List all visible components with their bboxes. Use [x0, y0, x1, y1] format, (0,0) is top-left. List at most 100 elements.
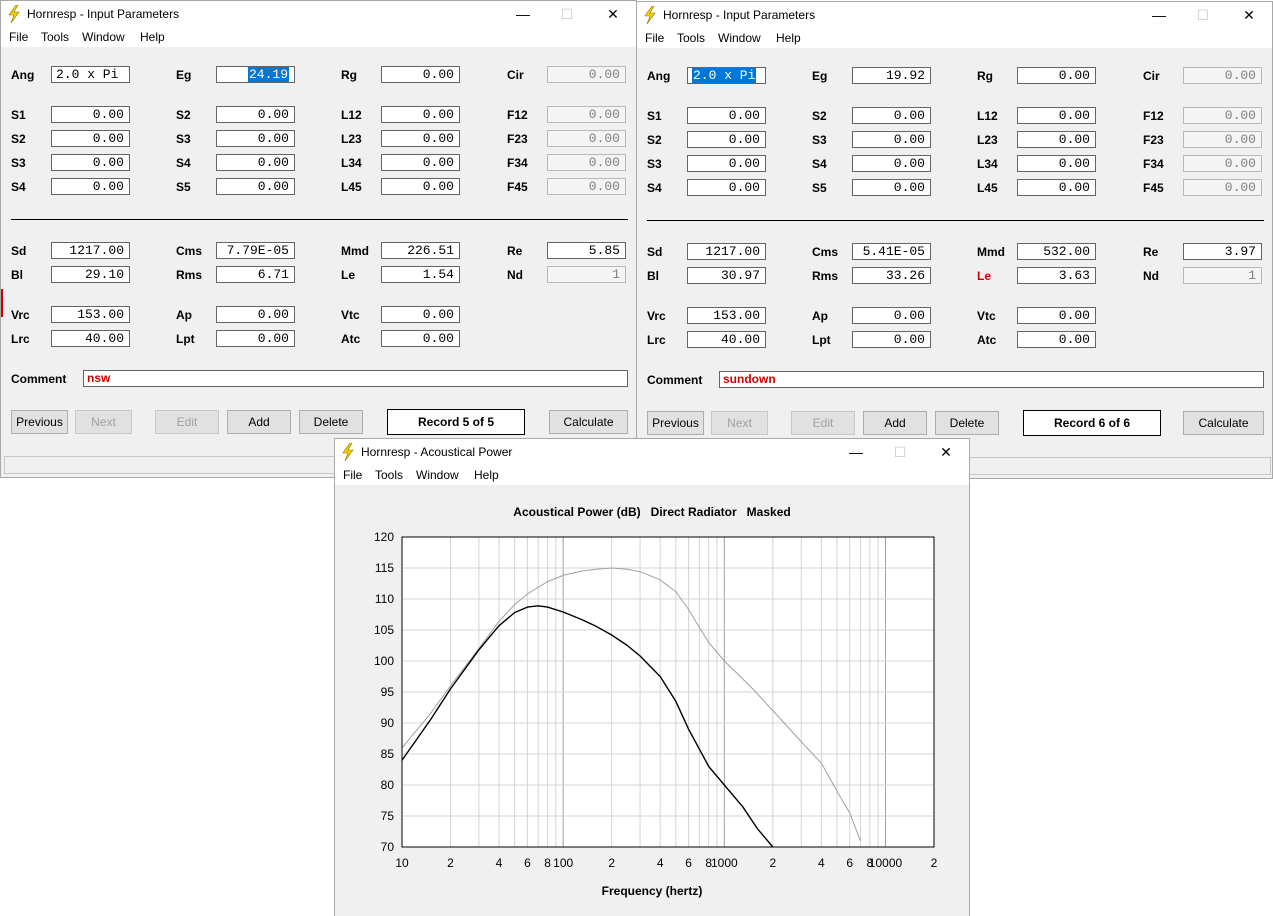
menu-window[interactable]: Window — [416, 468, 459, 482]
edit-button[interactable]: Edit — [155, 410, 219, 434]
rms-field[interactable]: 33.26 — [852, 267, 931, 284]
l45-field[interactable]: 0.00 — [1017, 179, 1096, 196]
s1-field[interactable]: 0.00 — [687, 107, 766, 124]
s4b-field[interactable]: 0.00 — [852, 155, 931, 172]
atc-field[interactable]: 0.00 — [1017, 331, 1096, 348]
l12-field[interactable]: 0.00 — [1017, 107, 1096, 124]
add-button[interactable]: Add — [863, 411, 927, 435]
f45-field: 0.00 — [1183, 179, 1262, 196]
ang-field[interactable]: 2.0 x Pi — [687, 67, 766, 84]
s4-field[interactable]: 0.00 — [51, 178, 130, 195]
calculate-button[interactable]: Calculate — [1183, 411, 1264, 435]
s2b-field[interactable]: 0.00 — [216, 106, 295, 123]
menu-help[interactable]: Help — [140, 30, 165, 44]
re-label: Re — [1143, 245, 1159, 259]
s4b-field[interactable]: 0.00 — [216, 154, 295, 171]
s3-field[interactable]: 0.00 — [51, 154, 130, 171]
le-field[interactable]: 1.54 — [381, 266, 460, 283]
add-button[interactable]: Add — [227, 410, 291, 434]
lpt-field[interactable]: 0.00 — [216, 330, 295, 347]
edit-button[interactable]: Edit — [791, 411, 855, 435]
s2b-field[interactable]: 0.00 — [852, 107, 931, 124]
menu-tools[interactable]: Tools — [41, 30, 69, 44]
maximize-button[interactable]: ☐ — [557, 5, 577, 23]
vtc-field[interactable]: 0.00 — [1017, 307, 1096, 324]
re-field[interactable]: 3.97 — [1183, 243, 1262, 260]
close-button[interactable]: ✕ — [603, 5, 623, 23]
f23-field: 0.00 — [547, 130, 626, 147]
bl-field[interactable]: 30.97 — [687, 267, 766, 284]
lrc-field[interactable]: 40.00 — [687, 331, 766, 348]
menu-file[interactable]: File — [343, 468, 362, 482]
rg-field[interactable]: 0.00 — [1017, 67, 1096, 84]
vrc-field[interactable]: 153.00 — [51, 306, 130, 323]
s5-field[interactable]: 0.00 — [852, 179, 931, 196]
next-button[interactable]: Next — [711, 411, 768, 435]
vrc-field[interactable]: 153.00 — [687, 307, 766, 324]
ap-field[interactable]: 0.00 — [216, 306, 295, 323]
l34-field[interactable]: 0.00 — [381, 154, 460, 171]
comment-field[interactable]: sundown — [719, 371, 1264, 388]
menu-help[interactable]: Help — [474, 468, 499, 482]
lpt-field[interactable]: 0.00 — [852, 331, 931, 348]
bl-field[interactable]: 29.10 — [51, 266, 130, 283]
cms-field[interactable]: 5.41E-05 — [852, 243, 931, 260]
eg-field[interactable]: 24.19 — [216, 66, 295, 83]
menu-tools[interactable]: Tools — [375, 468, 403, 482]
minimize-button[interactable]: — — [846, 443, 866, 461]
re-field[interactable]: 5.85 — [547, 242, 626, 259]
maximize-button[interactable]: ☐ — [1193, 6, 1213, 24]
menu-tools[interactable]: Tools — [677, 31, 705, 45]
s2-label: S2 — [647, 133, 662, 147]
cms-label: Cms — [812, 245, 839, 259]
menu-help[interactable]: Help — [776, 31, 801, 45]
s2-field[interactable]: 0.00 — [51, 130, 130, 147]
cms-field[interactable]: 7.79E-05 — [216, 242, 295, 259]
menu-bar: File Tools Window Help — [1, 29, 636, 47]
separator — [11, 219, 628, 220]
lpt-label: Lpt — [176, 332, 195, 346]
s3-field[interactable]: 0.00 — [687, 155, 766, 172]
comment-field[interactable]: nsw — [83, 370, 628, 387]
menu-window[interactable]: Window — [718, 31, 761, 45]
mmd-field[interactable]: 226.51 — [381, 242, 460, 259]
next-button[interactable]: Next — [75, 410, 132, 434]
s1-field[interactable]: 0.00 — [51, 106, 130, 123]
s4-field[interactable]: 0.00 — [687, 179, 766, 196]
sd-field[interactable]: 1217.00 — [51, 242, 130, 259]
rg-field[interactable]: 0.00 — [381, 66, 460, 83]
calculate-button[interactable]: Calculate — [549, 410, 628, 434]
le-field[interactable]: 3.63 — [1017, 267, 1096, 284]
previous-button[interactable]: Previous — [11, 410, 68, 434]
close-button[interactable]: ✕ — [1239, 6, 1259, 24]
ang-field[interactable]: 2.0 x Pi — [51, 66, 130, 83]
maximize-button[interactable]: ☐ — [890, 443, 910, 461]
y-tick-label: 80 — [381, 778, 395, 792]
l23-field[interactable]: 0.00 — [381, 130, 460, 147]
sd-field[interactable]: 1217.00 — [687, 243, 766, 260]
menu-window[interactable]: Window — [82, 30, 125, 44]
l12-field[interactable]: 0.00 — [381, 106, 460, 123]
previous-button[interactable]: Previous — [647, 411, 704, 435]
l45-field[interactable]: 0.00 — [381, 178, 460, 195]
s3b-field[interactable]: 0.00 — [852, 131, 931, 148]
s2-field[interactable]: 0.00 — [687, 131, 766, 148]
l34-field[interactable]: 0.00 — [1017, 155, 1096, 172]
delete-button[interactable]: Delete — [299, 410, 363, 434]
atc-field[interactable]: 0.00 — [381, 330, 460, 347]
vtc-field[interactable]: 0.00 — [381, 306, 460, 323]
s5-field[interactable]: 0.00 — [216, 178, 295, 195]
ap-field[interactable]: 0.00 — [852, 307, 931, 324]
minimize-button[interactable]: — — [513, 5, 533, 23]
close-button[interactable]: ✕ — [936, 443, 956, 461]
delete-button[interactable]: Delete — [935, 411, 999, 435]
s3b-field[interactable]: 0.00 — [216, 130, 295, 147]
minimize-button[interactable]: — — [1149, 6, 1169, 24]
l23-field[interactable]: 0.00 — [1017, 131, 1096, 148]
eg-field[interactable]: 19.92 — [852, 67, 931, 84]
mmd-field[interactable]: 532.00 — [1017, 243, 1096, 260]
rms-field[interactable]: 6.71 — [216, 266, 295, 283]
menu-file[interactable]: File — [645, 31, 664, 45]
menu-file[interactable]: File — [9, 30, 28, 44]
lrc-field[interactable]: 40.00 — [51, 330, 130, 347]
